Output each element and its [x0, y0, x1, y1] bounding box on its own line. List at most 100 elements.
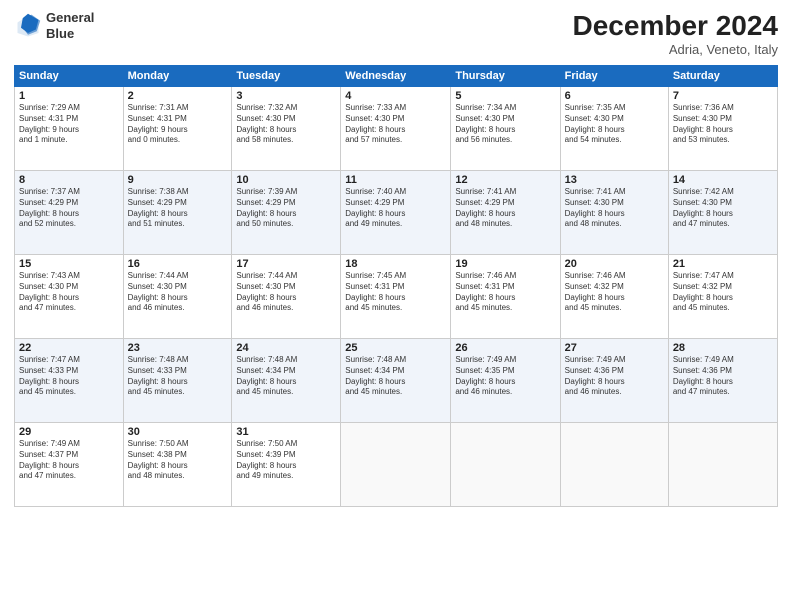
calendar-cell: 10Sunrise: 7:39 AM Sunset: 4:29 PM Dayli… — [232, 171, 341, 255]
day-number: 8 — [19, 174, 119, 186]
day-number: 3 — [236, 90, 336, 102]
calendar-cell — [560, 423, 668, 507]
day-number: 21 — [673, 258, 773, 270]
day-number: 5 — [455, 90, 555, 102]
cell-text: Sunrise: 7:31 AM Sunset: 4:31 PM Dayligh… — [128, 103, 228, 146]
cell-text: Sunrise: 7:45 AM Sunset: 4:31 PM Dayligh… — [345, 271, 446, 314]
calendar: SundayMondayTuesdayWednesdayThursdayFrid… — [14, 65, 778, 507]
day-number: 17 — [236, 258, 336, 270]
logo-text: General Blue — [46, 10, 94, 41]
day-number: 23 — [128, 342, 228, 354]
day-number: 12 — [455, 174, 555, 186]
cell-text: Sunrise: 7:49 AM Sunset: 4:35 PM Dayligh… — [455, 355, 555, 398]
cell-text: Sunrise: 7:32 AM Sunset: 4:30 PM Dayligh… — [236, 103, 336, 146]
day-number: 6 — [565, 90, 664, 102]
week-row-2: 8Sunrise: 7:37 AM Sunset: 4:29 PM Daylig… — [15, 171, 778, 255]
logo-line1: General — [46, 10, 94, 26]
day-number: 13 — [565, 174, 664, 186]
calendar-cell — [668, 423, 777, 507]
calendar-cell: 26Sunrise: 7:49 AM Sunset: 4:35 PM Dayli… — [451, 339, 560, 423]
calendar-cell: 13Sunrise: 7:41 AM Sunset: 4:30 PM Dayli… — [560, 171, 668, 255]
day-header-tuesday: Tuesday — [232, 66, 341, 87]
cell-text: Sunrise: 7:46 AM Sunset: 4:32 PM Dayligh… — [565, 271, 664, 314]
day-number: 16 — [128, 258, 228, 270]
calendar-cell: 4Sunrise: 7:33 AM Sunset: 4:30 PM Daylig… — [341, 87, 451, 171]
calendar-cell — [451, 423, 560, 507]
cell-text: Sunrise: 7:40 AM Sunset: 4:29 PM Dayligh… — [345, 187, 446, 230]
day-header-monday: Monday — [123, 66, 232, 87]
calendar-cell: 16Sunrise: 7:44 AM Sunset: 4:30 PM Dayli… — [123, 255, 232, 339]
calendar-cell: 24Sunrise: 7:48 AM Sunset: 4:34 PM Dayli… — [232, 339, 341, 423]
day-number: 18 — [345, 258, 446, 270]
month-title: December 2024 — [573, 10, 778, 42]
cell-text: Sunrise: 7:35 AM Sunset: 4:30 PM Dayligh… — [565, 103, 664, 146]
cell-text: Sunrise: 7:39 AM Sunset: 4:29 PM Dayligh… — [236, 187, 336, 230]
cell-text: Sunrise: 7:44 AM Sunset: 4:30 PM Dayligh… — [236, 271, 336, 314]
page: General Blue December 2024 Adria, Veneto… — [0, 0, 792, 612]
calendar-cell: 1Sunrise: 7:29 AM Sunset: 4:31 PM Daylig… — [15, 87, 124, 171]
day-number: 28 — [673, 342, 773, 354]
calendar-header-row: SundayMondayTuesdayWednesdayThursdayFrid… — [15, 66, 778, 87]
header: General Blue December 2024 Adria, Veneto… — [14, 10, 778, 57]
cell-text: Sunrise: 7:46 AM Sunset: 4:31 PM Dayligh… — [455, 271, 555, 314]
day-number: 26 — [455, 342, 555, 354]
cell-text: Sunrise: 7:36 AM Sunset: 4:30 PM Dayligh… — [673, 103, 773, 146]
calendar-cell: 9Sunrise: 7:38 AM Sunset: 4:29 PM Daylig… — [123, 171, 232, 255]
calendar-cell: 14Sunrise: 7:42 AM Sunset: 4:30 PM Dayli… — [668, 171, 777, 255]
cell-text: Sunrise: 7:34 AM Sunset: 4:30 PM Dayligh… — [455, 103, 555, 146]
calendar-cell: 18Sunrise: 7:45 AM Sunset: 4:31 PM Dayli… — [341, 255, 451, 339]
cell-text: Sunrise: 7:49 AM Sunset: 4:36 PM Dayligh… — [565, 355, 664, 398]
day-number: 20 — [565, 258, 664, 270]
day-number: 10 — [236, 174, 336, 186]
cell-text: Sunrise: 7:47 AM Sunset: 4:33 PM Dayligh… — [19, 355, 119, 398]
day-number: 14 — [673, 174, 773, 186]
day-number: 22 — [19, 342, 119, 354]
cell-text: Sunrise: 7:50 AM Sunset: 4:38 PM Dayligh… — [128, 439, 228, 482]
day-number: 2 — [128, 90, 228, 102]
day-header-saturday: Saturday — [668, 66, 777, 87]
calendar-cell: 2Sunrise: 7:31 AM Sunset: 4:31 PM Daylig… — [123, 87, 232, 171]
day-header-thursday: Thursday — [451, 66, 560, 87]
day-number: 11 — [345, 174, 446, 186]
cell-text: Sunrise: 7:49 AM Sunset: 4:36 PM Dayligh… — [673, 355, 773, 398]
cell-text: Sunrise: 7:48 AM Sunset: 4:33 PM Dayligh… — [128, 355, 228, 398]
calendar-cell: 25Sunrise: 7:48 AM Sunset: 4:34 PM Dayli… — [341, 339, 451, 423]
calendar-cell: 17Sunrise: 7:44 AM Sunset: 4:30 PM Dayli… — [232, 255, 341, 339]
calendar-cell: 27Sunrise: 7:49 AM Sunset: 4:36 PM Dayli… — [560, 339, 668, 423]
day-header-friday: Friday — [560, 66, 668, 87]
calendar-cell: 11Sunrise: 7:40 AM Sunset: 4:29 PM Dayli… — [341, 171, 451, 255]
logo-icon — [14, 12, 42, 40]
calendar-cell: 12Sunrise: 7:41 AM Sunset: 4:29 PM Dayli… — [451, 171, 560, 255]
title-block: December 2024 Adria, Veneto, Italy — [573, 10, 778, 57]
subtitle: Adria, Veneto, Italy — [573, 42, 778, 57]
day-number: 31 — [236, 426, 336, 438]
calendar-cell: 6Sunrise: 7:35 AM Sunset: 4:30 PM Daylig… — [560, 87, 668, 171]
cell-text: Sunrise: 7:29 AM Sunset: 4:31 PM Dayligh… — [19, 103, 119, 146]
day-number: 25 — [345, 342, 446, 354]
cell-text: Sunrise: 7:49 AM Sunset: 4:37 PM Dayligh… — [19, 439, 119, 482]
cell-text: Sunrise: 7:47 AM Sunset: 4:32 PM Dayligh… — [673, 271, 773, 314]
calendar-cell: 20Sunrise: 7:46 AM Sunset: 4:32 PM Dayli… — [560, 255, 668, 339]
calendar-cell: 19Sunrise: 7:46 AM Sunset: 4:31 PM Dayli… — [451, 255, 560, 339]
calendar-cell: 29Sunrise: 7:49 AM Sunset: 4:37 PM Dayli… — [15, 423, 124, 507]
calendar-cell: 7Sunrise: 7:36 AM Sunset: 4:30 PM Daylig… — [668, 87, 777, 171]
cell-text: Sunrise: 7:50 AM Sunset: 4:39 PM Dayligh… — [236, 439, 336, 482]
calendar-cell: 31Sunrise: 7:50 AM Sunset: 4:39 PM Dayli… — [232, 423, 341, 507]
day-number: 29 — [19, 426, 119, 438]
calendar-cell — [341, 423, 451, 507]
week-row-1: 1Sunrise: 7:29 AM Sunset: 4:31 PM Daylig… — [15, 87, 778, 171]
calendar-cell: 21Sunrise: 7:47 AM Sunset: 4:32 PM Dayli… — [668, 255, 777, 339]
calendar-cell: 5Sunrise: 7:34 AM Sunset: 4:30 PM Daylig… — [451, 87, 560, 171]
calendar-cell: 8Sunrise: 7:37 AM Sunset: 4:29 PM Daylig… — [15, 171, 124, 255]
calendar-cell: 22Sunrise: 7:47 AM Sunset: 4:33 PM Dayli… — [15, 339, 124, 423]
week-row-3: 15Sunrise: 7:43 AM Sunset: 4:30 PM Dayli… — [15, 255, 778, 339]
day-number: 7 — [673, 90, 773, 102]
day-header-wednesday: Wednesday — [341, 66, 451, 87]
cell-text: Sunrise: 7:33 AM Sunset: 4:30 PM Dayligh… — [345, 103, 446, 146]
week-row-4: 22Sunrise: 7:47 AM Sunset: 4:33 PM Dayli… — [15, 339, 778, 423]
day-number: 27 — [565, 342, 664, 354]
cell-text: Sunrise: 7:37 AM Sunset: 4:29 PM Dayligh… — [19, 187, 119, 230]
day-number: 19 — [455, 258, 555, 270]
calendar-cell: 23Sunrise: 7:48 AM Sunset: 4:33 PM Dayli… — [123, 339, 232, 423]
calendar-cell: 30Sunrise: 7:50 AM Sunset: 4:38 PM Dayli… — [123, 423, 232, 507]
